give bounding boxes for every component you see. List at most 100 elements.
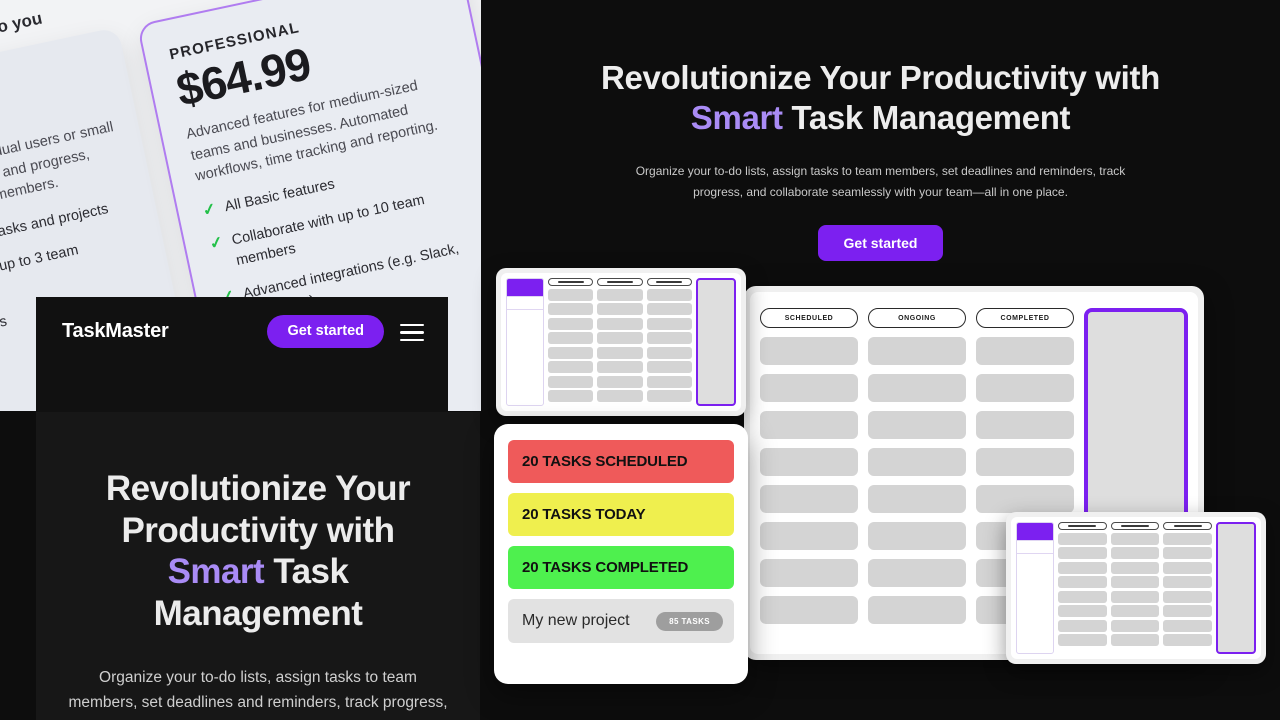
hamburger-menu-icon[interactable]: [400, 322, 424, 342]
mini-task-card: [597, 303, 643, 315]
mini-sidebar-active-item: [1017, 523, 1053, 540]
mini-task-card: [646, 390, 692, 402]
mini-header-bar: [1173, 525, 1202, 527]
mini-sidebar-item: [507, 309, 543, 322]
mini-column: [1163, 522, 1213, 654]
mini-task-card: [1163, 532, 1213, 545]
hero-left-title-line4: Management: [153, 593, 363, 633]
mini-task-card: [1110, 605, 1160, 617]
task-pill-today[interactable]: 20 TASKS TODAY: [508, 493, 734, 536]
task-card[interactable]: [760, 411, 858, 439]
task-pill-completed[interactable]: 20 TASKS COMPLETED: [508, 546, 734, 589]
task-card[interactable]: [976, 337, 1074, 365]
mini-task-card: [1163, 561, 1213, 574]
mini-task-card: [1058, 561, 1107, 574]
hero-left-title-line3-rest: Task: [264, 552, 349, 592]
task-card[interactable]: [760, 522, 858, 550]
task-card[interactable]: [868, 374, 966, 402]
mini-column: [1110, 522, 1160, 654]
mini-column-header: [1110, 522, 1160, 530]
mini-column: [646, 278, 692, 406]
mini-column-header: [646, 278, 692, 286]
mini-task-card: [1163, 619, 1213, 632]
menu-bar: [400, 323, 424, 327]
mini-sidebar-item: [1017, 553, 1053, 566]
task-card[interactable]: [760, 596, 858, 624]
hero-left-title-line1: Revolutionize Your: [105, 469, 411, 508]
kanban-column-ongoing[interactable]: ONGOING: [868, 308, 966, 644]
hero-left-title-line2: Productivity with: [121, 510, 395, 550]
mini-sidebar: [506, 278, 544, 406]
task-card[interactable]: [976, 485, 1074, 513]
mini-task-card: [1163, 547, 1213, 559]
mini-task-card: [597, 361, 643, 373]
task-card[interactable]: [868, 596, 966, 624]
task-card[interactable]: [976, 448, 1074, 476]
task-card[interactable]: [868, 411, 966, 439]
mini-column-header: [548, 278, 594, 286]
check-icon: ✓: [208, 233, 225, 254]
mini-task-card: [1058, 547, 1107, 559]
mini-task-card: [597, 390, 643, 402]
menu-bar: [400, 338, 424, 342]
mini-task-card: [548, 361, 594, 373]
mini-task-card: [646, 361, 692, 373]
mini-task-card: [597, 375, 643, 388]
mini-column: [1058, 522, 1107, 654]
mini-mockup-inner: [501, 273, 741, 411]
mini-task-card: [548, 346, 594, 359]
mini-task-card: [548, 375, 594, 388]
mini-header-bar: [607, 281, 633, 283]
mini-app-mockup-top: [496, 268, 746, 416]
brand-logo[interactable]: TaskMaster: [62, 315, 169, 347]
mini-column-header: [1163, 522, 1213, 530]
hero-left-title-accent: Smart: [167, 552, 265, 592]
task-pill-scheduled[interactable]: 20 TASKS SCHEDULED: [508, 440, 734, 483]
task-card[interactable]: [976, 374, 1074, 402]
mini-mockup-inner: [1011, 517, 1261, 659]
menu-bar: [400, 331, 424, 334]
mini-task-card: [1058, 619, 1107, 632]
column-header: COMPLETED: [976, 308, 1074, 328]
task-card[interactable]: [760, 337, 858, 365]
mini-task-card: [646, 346, 692, 359]
kanban-column-scheduled[interactable]: SCHEDULED: [760, 308, 858, 644]
mini-task-card: [1110, 619, 1160, 632]
mini-header-bar: [557, 281, 584, 283]
mini-task-card: [1110, 532, 1160, 545]
task-card[interactable]: [868, 559, 966, 587]
navbar-get-started-button[interactable]: Get started: [267, 315, 384, 348]
mini-task-card: [1058, 605, 1107, 617]
mini-header-bar: [1068, 525, 1097, 527]
hero-right-title-line1: Revolutionize Your Productivity with: [601, 59, 1160, 96]
mini-header-bar: [1121, 525, 1149, 527]
mini-task-card: [1163, 576, 1213, 588]
mini-column: [597, 278, 643, 406]
task-card[interactable]: [868, 448, 966, 476]
mini-sidebar-active-item: [507, 279, 543, 296]
mini-task-card: [597, 332, 643, 344]
navbar: TaskMaster Get started: [36, 297, 448, 412]
task-card[interactable]: [760, 448, 858, 476]
column-header: ONGOING: [868, 308, 966, 328]
task-card[interactable]: [760, 559, 858, 587]
page-root: Do you 9.99 ential features for individu…: [0, 0, 1280, 720]
task-card[interactable]: [868, 522, 966, 550]
task-card[interactable]: [868, 485, 966, 513]
mini-task-card: [1110, 547, 1160, 559]
hero-get-started-button[interactable]: Get started: [817, 224, 944, 261]
project-row[interactable]: My new project 85 TASKS: [508, 599, 734, 643]
task-summary-card: 20 TASKS SCHEDULED 20 TASKS TODAY 20 TAS…: [494, 424, 748, 684]
mini-task-card: [548, 317, 594, 330]
mini-header-bar: [656, 281, 683, 283]
task-card[interactable]: [760, 485, 858, 513]
project-task-count-badge: 85 TASKS: [656, 611, 723, 631]
task-card[interactable]: [868, 337, 966, 365]
task-card[interactable]: [760, 374, 858, 402]
mini-task-card: [646, 303, 692, 315]
task-card[interactable]: [976, 411, 1074, 439]
mini-column: [548, 278, 594, 406]
mini-task-card: [646, 288, 692, 301]
mini-task-card: [548, 332, 594, 344]
mini-sidebar: [1016, 522, 1054, 654]
